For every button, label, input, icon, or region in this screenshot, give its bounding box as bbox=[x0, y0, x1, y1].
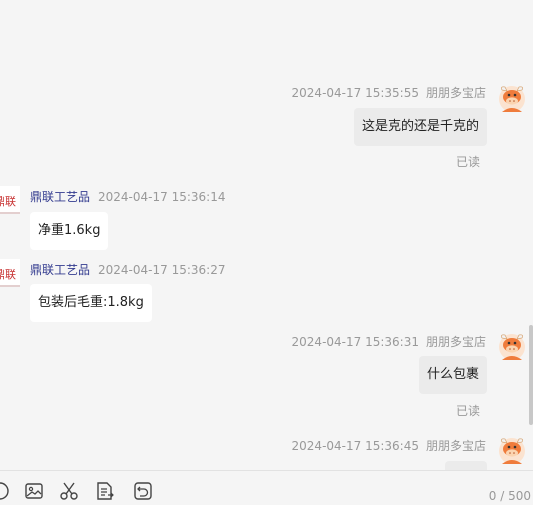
message-bubble: 净重1.6kg bbox=[30, 212, 109, 250]
document-icon[interactable] bbox=[95, 481, 115, 501]
message-timestamp: 2024-04-17 15:36:31 bbox=[291, 335, 419, 349]
message-sender: 鼎联工艺品 bbox=[30, 263, 91, 277]
message-sender: 朋朋多宝店 bbox=[425, 86, 486, 100]
message-timestamp: 2024-04-17 15:36:27 bbox=[98, 263, 226, 277]
message-bubble: 什么包裹 bbox=[418, 356, 487, 394]
user-avatar[interactable] bbox=[498, 332, 526, 360]
message-bubble bbox=[445, 461, 487, 470]
chat-scrollbar[interactable] bbox=[529, 325, 533, 425]
user-avatar[interactable] bbox=[498, 436, 526, 464]
message-meta: 2024-04-17 15:36:31 朋朋多宝店 bbox=[292, 333, 486, 350]
read-status: 已读 bbox=[455, 404, 480, 418]
message-sender: 鼎联工艺品 bbox=[30, 190, 91, 204]
message-timestamp: 2024-04-17 15:35:55 bbox=[291, 86, 419, 100]
user-avatar[interactable] bbox=[498, 84, 526, 112]
read-status: 已读 bbox=[455, 155, 480, 169]
message-timestamp: 2024-04-17 15:36:14 bbox=[98, 190, 226, 204]
shop-avatar[interactable]: 鼎联 bbox=[0, 259, 20, 287]
emoji-icon[interactable] bbox=[0, 481, 10, 501]
message-timestamp: 2024-04-17 15:36:45 bbox=[291, 439, 419, 453]
message-sender: 朋朋多宝店 bbox=[425, 439, 486, 453]
composer-toolbar: 0 / 500 bbox=[0, 470, 533, 505]
scissors-icon[interactable] bbox=[59, 481, 79, 501]
history-icon[interactable] bbox=[133, 481, 153, 501]
message-meta: 2024-04-17 15:35:55 朋朋多宝店 bbox=[292, 84, 486, 101]
message-meta: 2024-04-17 15:36:45 朋朋多宝店 bbox=[292, 437, 486, 454]
image-icon[interactable] bbox=[24, 481, 44, 501]
message-bubble: 包装后毛重:1.8kg bbox=[30, 284, 152, 322]
message-sender: 朋朋多宝店 bbox=[425, 335, 486, 349]
chat-message-area[interactable]: 2024-04-17 15:35:55 朋朋多宝店 这是克的还是千克的 已读 鼎联… bbox=[0, 0, 533, 470]
message-meta: 鼎联工艺品 2024-04-17 15:36:14 bbox=[30, 188, 225, 205]
message-bubble: 这是克的还是千克的 bbox=[353, 108, 487, 146]
char-counter: 0 / 500 bbox=[488, 489, 531, 503]
message-meta: 鼎联工艺品 2024-04-17 15:36:27 bbox=[30, 261, 225, 278]
shop-avatar[interactable]: 鼎联 bbox=[0, 186, 20, 214]
